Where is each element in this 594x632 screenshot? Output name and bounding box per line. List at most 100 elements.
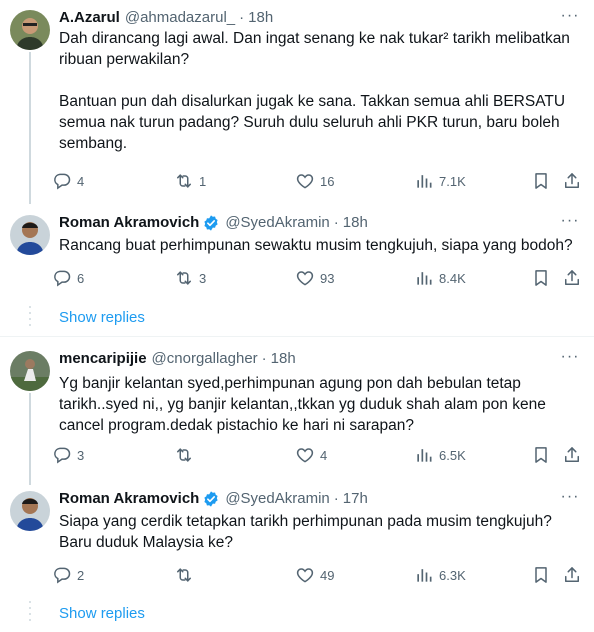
views-count: 6.3K xyxy=(439,567,466,583)
repost-icon xyxy=(174,565,194,585)
more-icon[interactable]: ··· xyxy=(560,489,580,509)
repost-count: 3 xyxy=(199,270,207,286)
reply-icon xyxy=(52,268,72,288)
tweet-text: Dah dirancang lagi awal. Dan ingat senan… xyxy=(59,30,570,152)
action-bar: 4 1 16 7.1K xyxy=(52,170,592,192)
timestamp[interactable]: 18h xyxy=(271,349,296,369)
timestamp[interactable]: 18h xyxy=(343,213,368,233)
like-count: 93 xyxy=(320,270,335,286)
views-count: 8.4K xyxy=(439,270,466,286)
views-icon xyxy=(414,171,434,191)
like-icon xyxy=(295,171,315,191)
bookmark-button[interactable] xyxy=(531,170,551,192)
share-button[interactable] xyxy=(562,267,582,289)
show-replies-link[interactable]: Show replies xyxy=(59,308,145,328)
views-button[interactable]: 8.4K xyxy=(414,267,466,289)
views-button[interactable]: 7.1K xyxy=(414,170,466,192)
timestamp[interactable]: 17h xyxy=(343,489,368,509)
like-button[interactable]: 4 xyxy=(295,444,327,466)
repost-button[interactable] xyxy=(174,444,199,466)
like-button[interactable]: 49 xyxy=(295,564,334,586)
bookmark-icon xyxy=(531,268,551,288)
share-button[interactable] xyxy=(562,170,582,192)
views-icon xyxy=(414,268,434,288)
show-replies-link[interactable]: Show replies xyxy=(59,604,145,624)
bookmark-icon xyxy=(531,565,551,585)
views-icon xyxy=(414,565,434,585)
author-name[interactable]: mencaripijie xyxy=(59,349,147,369)
reply-button[interactable]: 2 xyxy=(52,564,84,586)
bookmark-button[interactable] xyxy=(531,564,551,586)
views-button[interactable]: 6.3K xyxy=(414,564,466,586)
timestamp[interactable]: 18h xyxy=(248,8,273,28)
divider xyxy=(0,336,594,337)
author-name[interactable]: Roman Akramovich xyxy=(59,489,199,509)
avatar[interactable] xyxy=(10,215,50,255)
share-icon xyxy=(562,565,582,585)
like-icon xyxy=(295,445,315,465)
reply-count: 3 xyxy=(77,447,85,463)
views-icon xyxy=(414,445,434,465)
author-name[interactable]: Roman Akramovich xyxy=(59,213,199,233)
avatar[interactable] xyxy=(10,491,50,531)
verified-badge-icon xyxy=(202,214,220,232)
action-bar: 3 4 6.5K xyxy=(52,444,592,466)
share-icon xyxy=(562,171,582,191)
repost-button[interactable]: 1 xyxy=(174,170,206,192)
author-handle[interactable]: @cnorgallagher xyxy=(152,349,258,369)
share-button[interactable] xyxy=(562,444,582,466)
tweet-ahmadazarul[interactable]: A.Azarul @ahmadazarul_ · 18h ··· Dah dir… xyxy=(0,8,594,198)
reply-count: 4 xyxy=(77,173,85,189)
reply-button[interactable]: 6 xyxy=(52,267,84,289)
like-button[interactable]: 93 xyxy=(295,267,334,289)
separator-dot: · xyxy=(261,350,267,367)
thread-dots xyxy=(29,601,31,625)
more-icon[interactable]: ··· xyxy=(560,349,580,369)
share-icon xyxy=(562,268,582,288)
like-icon xyxy=(295,565,315,585)
avatar[interactable] xyxy=(10,10,50,50)
reply-icon xyxy=(52,565,72,585)
tweet-text: Siapa yang cerdik tetapkan tarikh perhim… xyxy=(59,513,557,551)
tweet-text: Yg banjir kelantan syed,perhimpunan agun… xyxy=(59,375,551,434)
action-bar: 6 3 93 8.4K xyxy=(52,267,592,289)
author-handle[interactable]: @SyedAkramin xyxy=(225,489,329,509)
repost-icon xyxy=(174,171,194,191)
thread-dots xyxy=(29,306,31,330)
author-handle[interactable]: @ahmadazarul_ xyxy=(125,8,235,28)
verified-badge-icon xyxy=(202,490,220,508)
separator-dot: · xyxy=(333,490,339,507)
bookmark-button[interactable] xyxy=(531,267,551,289)
views-count: 6.5K xyxy=(439,447,466,463)
reply-button[interactable]: 3 xyxy=(52,444,84,466)
avatar[interactable] xyxy=(10,351,50,391)
tweet-syedakramin-1[interactable]: Roman Akramovich @SyedAkramin · 18h ··· … xyxy=(0,213,594,293)
bookmark-icon xyxy=(531,445,551,465)
like-count: 4 xyxy=(320,447,328,463)
tweet-text: Rancang buat perhimpunan sewaktu musim t… xyxy=(59,237,573,254)
reply-count: 2 xyxy=(77,567,85,583)
tweet-syedakramin-2[interactable]: Roman Akramovich @SyedAkramin · 17h ··· … xyxy=(0,489,594,589)
author-handle[interactable]: @SyedAkramin xyxy=(225,213,329,233)
separator-dot: · xyxy=(333,214,339,231)
like-icon xyxy=(295,268,315,288)
repost-button[interactable] xyxy=(174,564,199,586)
more-icon[interactable]: ··· xyxy=(560,213,580,233)
like-count: 49 xyxy=(320,567,335,583)
repost-button[interactable]: 3 xyxy=(174,267,206,289)
repost-count: 1 xyxy=(199,173,207,189)
tweet-cnorgallagher[interactable]: mencaripijie @cnorgallagher · 18h ··· Yg… xyxy=(0,349,594,469)
author-name[interactable]: A.Azarul xyxy=(59,8,120,28)
views-count: 7.1K xyxy=(439,173,466,189)
reply-button[interactable]: 4 xyxy=(52,170,84,192)
reply-icon xyxy=(52,171,72,191)
thread-line xyxy=(29,52,31,204)
like-button[interactable]: 16 xyxy=(295,170,334,192)
more-icon[interactable]: ··· xyxy=(560,8,580,28)
views-button[interactable]: 6.5K xyxy=(414,444,466,466)
bookmark-button[interactable] xyxy=(531,444,551,466)
like-count: 16 xyxy=(320,173,335,189)
reply-count: 6 xyxy=(77,270,85,286)
bookmark-icon xyxy=(531,171,551,191)
share-button[interactable] xyxy=(562,564,582,586)
